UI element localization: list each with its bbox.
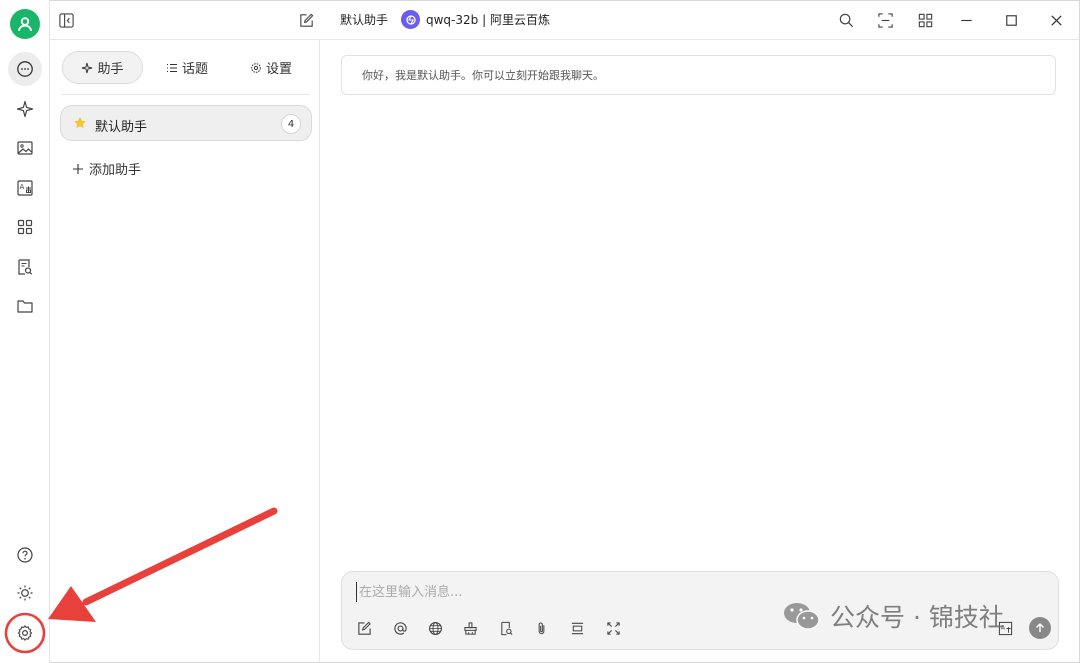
model-provider-logo [401,10,420,29]
svg-text:A: A [1000,624,1005,631]
provider-icon [405,14,416,25]
grid-icon [918,13,932,27]
rail-chat-button[interactable] [8,52,42,86]
send-button[interactable] [1029,617,1051,639]
folder-icon [17,300,33,313]
translate-icon: A [998,621,1012,635]
fullscreen-input-tool[interactable] [603,618,623,638]
clear-context-tool[interactable] [460,618,480,638]
search-button[interactable] [836,10,856,30]
apps-grid-button[interactable] [915,10,935,30]
chat-icon [17,61,33,77]
document-search-icon [500,621,512,635]
paperclip-icon [538,622,544,634]
svg-text:A: A [20,183,25,191]
text-lines-icon [571,622,583,634]
user-avatar[interactable] [10,9,40,39]
rail-help-button[interactable] [8,538,42,572]
search-icon [839,13,853,27]
fullscreen-layout-button[interactable] [875,10,895,30]
star-icon [74,117,86,129]
tab-label: 设置 [265,62,292,77]
message-composer: A [341,571,1059,650]
sparkle-icon [16,100,34,118]
apps-icon [17,219,33,235]
sun-icon [17,585,33,601]
rail-files-button[interactable] [8,289,42,323]
new-chat-button[interactable] [296,10,316,30]
at-icon [393,621,407,635]
edit-icon [357,621,371,635]
edit-icon [299,13,313,27]
tab-label: 助手 [97,62,124,77]
add-assistant-label: 添加助手 [89,163,142,178]
assistant-name: 默认助手 [95,120,148,135]
model-selector[interactable]: qwq-32b | 阿里云百炼 [426,11,550,28]
document-search-icon [18,259,33,275]
rail-translate-button[interactable]: A [8,171,42,205]
tab-assistants[interactable]: 助手 [62,51,143,84]
assistant-list-item[interactable]: 默认助手 4 [60,105,312,141]
toggle-sidebar-button[interactable] [56,10,76,30]
minimize-icon [960,19,972,21]
minimize-button[interactable] [956,10,976,30]
globe-icon [428,621,442,635]
web-search-tool[interactable] [425,618,445,638]
chat-area: 你好，我是默认助手。你可以立刻开始跟我聊天。 在这里输入消息... A [321,40,1080,663]
scan-icon [877,12,893,28]
image-icon [17,141,33,155]
arrow-up-icon [1036,623,1044,632]
plus-icon [73,163,83,174]
add-assistant-button[interactable]: 添加助手 [72,159,141,178]
tab-label: 话题 [181,62,208,77]
current-assistant-title: 默认助手 [340,13,389,27]
close-icon [1050,14,1062,26]
topic-count-badge: 4 [281,114,301,134]
close-button[interactable] [1046,10,1066,30]
rail-settings-button[interactable] [8,616,42,650]
rail-theme-button[interactable] [8,576,42,610]
gear-icon [251,62,261,73]
list-icon [166,63,177,72]
icon-rail: A [0,0,50,663]
rail-knowledge-button[interactable] [8,250,42,284]
assistant-greeting-message: 你好，我是默认助手。你可以立刻开始跟我聊天。 [341,55,1056,95]
knowledge-base-tool[interactable] [496,618,516,638]
message-input[interactable] [356,582,956,602]
translate-icon: A [17,180,33,196]
new-topic-tool[interactable] [354,618,374,638]
expand-lines-tool[interactable] [567,618,587,638]
title-bar: 默认助手 qwq-32b | 阿里云百炼 [50,0,1080,40]
attach-file-tool[interactable] [531,618,551,638]
maximize-icon [1005,14,1017,26]
rail-image-button[interactable] [8,131,42,165]
gear-icon [17,625,33,641]
help-icon [17,547,33,563]
sparkle-icon [82,62,93,73]
rail-apps-button[interactable] [8,210,42,244]
maximize-button[interactable] [1001,10,1021,30]
tab-settings[interactable]: 设置 [234,51,308,84]
translate-input-tool[interactable]: A [995,618,1015,638]
expand-icon [606,621,620,635]
mention-model-tool[interactable] [390,618,410,638]
user-icon [18,17,32,32]
assistant-panel: 助手 话题 设置 默认助手 4 添加助手 [50,40,320,663]
panel-tabs: 助手 话题 设置 [62,51,310,95]
tab-topics[interactable]: 话题 [152,51,222,84]
rail-agents-button[interactable] [8,92,42,126]
broom-icon [463,621,477,635]
sidebar-toggle-icon [58,12,74,28]
